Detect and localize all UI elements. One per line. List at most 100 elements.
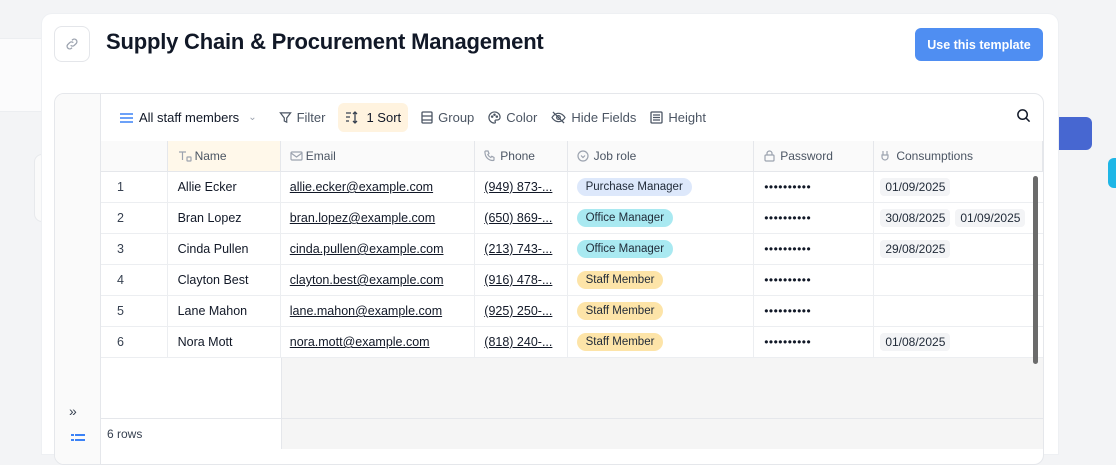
email-cell[interactable]: clayton.best@example.com (281, 265, 476, 295)
job-role-cell[interactable]: Purchase Manager (568, 172, 755, 202)
job-role-cell[interactable]: Staff Member (568, 327, 755, 357)
name-cell[interactable]: Cinda Pullen (168, 234, 281, 264)
phone-link[interactable]: (818) 240-... (484, 335, 552, 349)
password-cell[interactable]: •••••••••• (754, 265, 875, 295)
row-number[interactable]: 6 (101, 327, 168, 357)
text-field-icon (178, 150, 192, 162)
row-number[interactable]: 4 (101, 265, 168, 295)
row-number[interactable]: 2 (101, 203, 168, 233)
height-button[interactable]: Height (643, 103, 713, 132)
consumptions-cell[interactable]: 30/08/2025 01/09/2025 (874, 203, 1043, 233)
name-cell[interactable]: Bran Lopez (168, 203, 281, 233)
job-role-cell[interactable]: Staff Member (568, 265, 755, 295)
job-role-tag: Staff Member (576, 333, 664, 351)
consumptions-cell[interactable] (874, 296, 1043, 326)
consumptions-cell[interactable] (874, 265, 1043, 295)
password-cell[interactable]: •••••••••• (754, 327, 875, 357)
filter-icon (278, 111, 292, 124)
phone-cell[interactable]: (650) 869-... (475, 203, 568, 233)
expand-sidebar-icon[interactable]: » (69, 403, 77, 419)
row-number[interactable]: 3 (101, 234, 168, 264)
group-button[interactable]: Group (414, 103, 481, 132)
row-number-header (101, 141, 168, 171)
email-link[interactable]: allie.ecker@example.com (290, 180, 433, 194)
email-link[interactable]: clayton.best@example.com (290, 273, 444, 287)
lock-field-icon (764, 150, 777, 162)
copy-link-button[interactable] (54, 26, 90, 62)
column-header-consumptions[interactable]: Consumptions (874, 141, 1043, 171)
sort-button[interactable]: 1 Sort (338, 103, 409, 132)
vertical-scrollbar[interactable] (1033, 176, 1038, 364)
consumptions-cell[interactable]: 29/08/2025 (874, 234, 1043, 264)
link-icon (65, 37, 79, 51)
search-icon[interactable] (1016, 108, 1031, 126)
name-cell[interactable]: Lane Mahon (168, 296, 281, 326)
password-cell[interactable]: •••••••••• (754, 296, 875, 326)
color-label: Color (506, 110, 538, 125)
email-link[interactable]: cinda.pullen@example.com (290, 242, 444, 256)
password-cell[interactable]: •••••••••• (754, 203, 875, 233)
sort-label: 1 Sort (366, 110, 402, 125)
email-cell[interactable]: cinda.pullen@example.com (281, 234, 476, 264)
password-cell[interactable]: •••••••••• (754, 234, 875, 264)
job-role-cell[interactable]: Office Manager (568, 203, 755, 233)
group-icon (421, 111, 433, 124)
email-link[interactable]: bran.lopez@example.com (290, 211, 435, 225)
email-cell[interactable]: allie.ecker@example.com (281, 172, 476, 202)
name-cell[interactable]: Clayton Best (168, 265, 281, 295)
email-cell[interactable]: lane.mahon@example.com (281, 296, 476, 326)
phone-link[interactable]: (916) 478-... (484, 273, 552, 287)
job-role-tag: Purchase Manager (576, 178, 692, 196)
filter-button[interactable]: Filter (272, 103, 333, 132)
email-cell[interactable]: nora.mott@example.com (281, 327, 476, 357)
row-count: 6 rows (101, 419, 282, 449)
phone-link[interactable]: (949) 873-... (484, 180, 552, 194)
password-cell[interactable]: •••••••••• (754, 172, 875, 202)
job-role-cell[interactable]: Staff Member (568, 296, 755, 326)
consumption-date: 29/08/2025 (880, 240, 951, 258)
hide-fields-button[interactable]: Hide Fields (544, 103, 643, 132)
eye-off-icon (551, 111, 567, 124)
hide-fields-label: Hide Fields (571, 110, 637, 125)
consumption-date: 01/08/2025 (880, 333, 951, 351)
phone-cell[interactable]: (916) 478-... (475, 265, 568, 295)
column-header-name[interactable]: Name (167, 141, 281, 171)
header-row: Name Email Phone Job role Password Consu… (101, 141, 1043, 172)
table-row[interactable]: 6 Nora Mott nora.mott@example.com (818) 240… (101, 327, 1043, 358)
phone-cell[interactable]: (925) 250-... (475, 296, 568, 326)
row-number[interactable]: 5 (101, 296, 168, 326)
name-cell[interactable]: Nora Mott (168, 327, 281, 357)
phone-field-icon (484, 150, 497, 162)
column-header-email[interactable]: Email (281, 141, 476, 171)
phone-link[interactable]: (925) 250-... (484, 304, 552, 318)
email-cell[interactable]: bran.lopez@example.com (281, 203, 476, 233)
name-cell[interactable]: Allie Ecker (168, 172, 281, 202)
template-preview-modal: Supply Chain & Procurement Management Us… (42, 14, 1058, 465)
list-icon[interactable] (71, 431, 85, 449)
table-row[interactable]: 4 Clayton Best clayton.best@example.com (91… (101, 265, 1043, 296)
phone-cell[interactable]: (818) 240-... (475, 327, 568, 357)
table-row[interactable]: 3 Cinda Pullen cinda.pullen@example.com (21… (101, 234, 1043, 265)
column-header-phone[interactable]: Phone (475, 141, 568, 171)
email-link[interactable]: lane.mahon@example.com (290, 304, 442, 318)
column-header-job-role[interactable]: Job role (568, 141, 755, 171)
use-template-button[interactable]: Use this template (915, 28, 1043, 61)
phone-cell[interactable]: (213) 743-... (475, 234, 568, 264)
consumptions-cell[interactable]: 01/08/2025 (874, 327, 1043, 357)
color-button[interactable]: Color (481, 103, 544, 132)
consumptions-cell[interactable]: 01/09/2025 (874, 172, 1043, 202)
column-header-password[interactable]: Password (754, 141, 875, 171)
table-row[interactable]: 1 Allie Ecker allie.ecker@example.com (949)… (101, 172, 1043, 203)
phone-cell[interactable]: (949) 873-... (475, 172, 568, 202)
consumption-date: 01/09/2025 (955, 209, 1026, 227)
phone-link[interactable]: (650) 869-... (484, 211, 552, 225)
footer-summary (282, 419, 1043, 449)
link-field-icon (880, 150, 893, 162)
job-role-cell[interactable]: Office Manager (568, 234, 755, 264)
phone-link[interactable]: (213) 743-... (484, 242, 552, 256)
table-row[interactable]: 2 Bran Lopez bran.lopez@example.com (650) 8… (101, 203, 1043, 234)
view-selector[interactable]: All staff members ⌄ (101, 103, 264, 132)
email-link[interactable]: nora.mott@example.com (290, 335, 430, 349)
table-row[interactable]: 5 Lane Mahon lane.mahon@example.com (925) 2… (101, 296, 1043, 327)
row-number[interactable]: 1 (101, 172, 168, 202)
